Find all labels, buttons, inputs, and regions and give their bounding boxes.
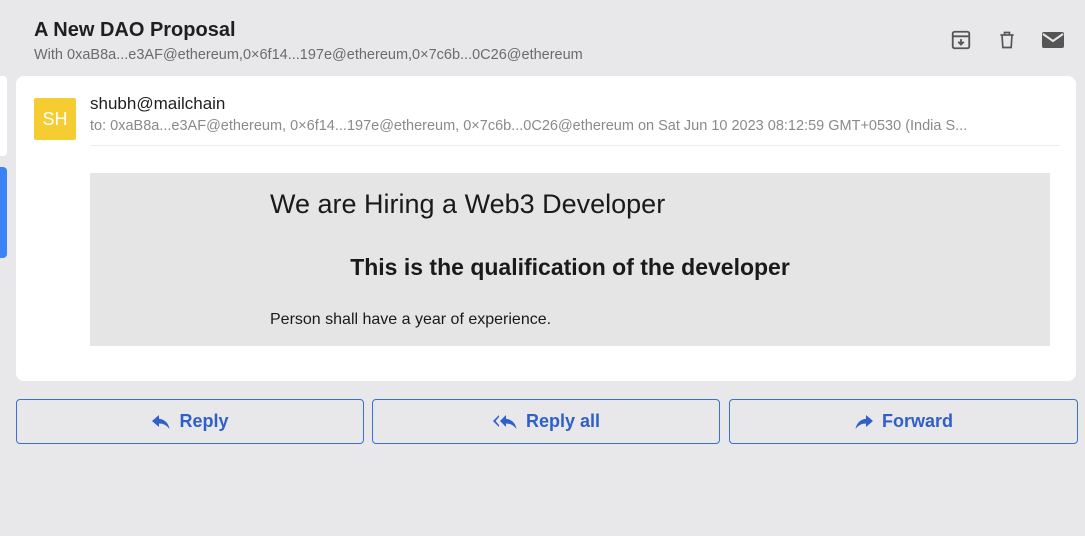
forward-button[interactable]: Forward [729, 399, 1078, 444]
reply-label: Reply [179, 411, 229, 431]
sidebar-active-indicator[interactable] [0, 167, 7, 258]
message-meta: shubh@mailchain to: 0xaB8a...e3AF@ethere… [90, 94, 1060, 146]
reply-all-button[interactable]: Reply all [372, 399, 720, 444]
forward-label: Forward [881, 411, 953, 431]
mail-icon[interactable] [1041, 28, 1065, 52]
message-body: We are Hiring a Web3 Developer This is t… [90, 173, 1050, 346]
archive-icon[interactable] [949, 28, 973, 52]
message-recipients: to: 0xaB8a...e3AF@ethereum, 0×6f14...197… [90, 118, 968, 134]
trash-icon[interactable] [995, 28, 1019, 52]
reply-all-label: Reply all [525, 411, 601, 431]
message-card: SH shubh@mailchain to: 0xaB8a...e3AF@eth… [16, 76, 1076, 381]
forward-icon [855, 414, 873, 429]
thread-header: A New DAO Proposal With 0xaB8a...e3AF@et… [34, 18, 1065, 68]
reply-button[interactable]: Reply [16, 399, 364, 444]
avatar: SH [34, 98, 76, 140]
body-heading: We are Hiring a Web3 Developer [270, 189, 666, 219]
body-paragraph: Person shall have a year of experience. [270, 311, 552, 328]
reply-all-icon [492, 414, 517, 429]
body-subheading: This is the qualification of the develop… [350, 254, 790, 280]
message-actions: Reply Reply all Forward [16, 399, 1078, 444]
reply-icon [152, 414, 170, 429]
sidebar-tab[interactable] [0, 76, 7, 156]
thread-actions [949, 28, 1065, 52]
message-sender: shubh@mailchain [90, 94, 226, 113]
thread-subject: A New DAO Proposal [34, 19, 236, 41]
thread-participants: With 0xaB8a...e3AF@ethereum,0×6f14...197… [34, 47, 583, 63]
